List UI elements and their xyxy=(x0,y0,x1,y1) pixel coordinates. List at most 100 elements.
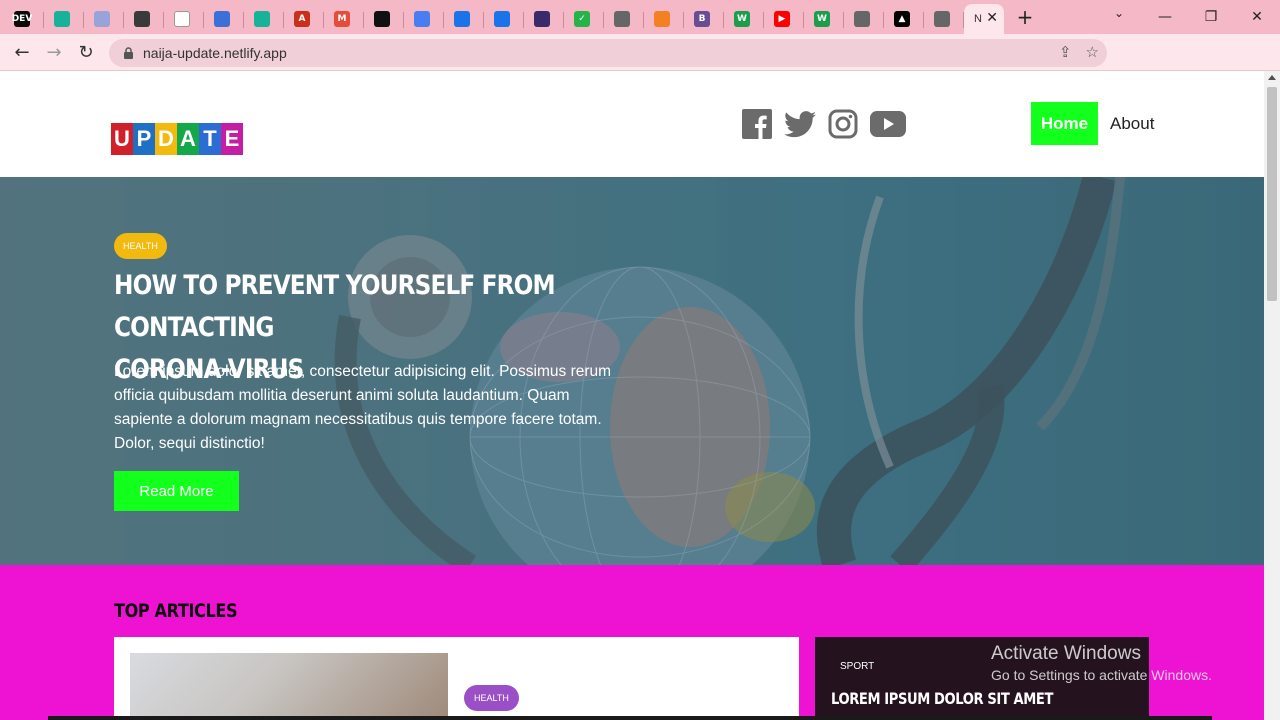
w-icon: W xyxy=(734,11,750,27)
nav-about-link[interactable]: About xyxy=(1110,102,1154,145)
triangle-icon: ▲ xyxy=(894,11,910,27)
tab-list: DEV A M ✓ B W ▶ W ▲ N ✕ + xyxy=(0,0,1040,34)
url-text[interactable]: naija-update.netlify.app xyxy=(143,45,287,61)
address-bar[interactable]: naija-update.netlify.app ⇪ ☆ xyxy=(109,39,1107,67)
close-tab-icon[interactable]: ✕ xyxy=(986,10,998,26)
logo-letter: D xyxy=(155,123,177,155)
doc-icon xyxy=(174,11,190,27)
b-icon: B xyxy=(694,11,710,27)
youtube-icon[interactable] xyxy=(870,109,906,139)
browser-tab[interactable]: A xyxy=(284,5,324,33)
browser-tab[interactable]: ✓ xyxy=(564,5,604,33)
diamond-icon xyxy=(54,11,70,27)
window-controls: — ❐ ✕ xyxy=(1142,0,1280,34)
camera-icon xyxy=(134,11,150,27)
watermark-subtitle: Go to Settings to activate Windows. xyxy=(991,667,1212,683)
taskbar-edge xyxy=(48,716,1212,720)
lock-icon[interactable] xyxy=(121,46,135,60)
watermark-title: Activate Windows xyxy=(991,643,1141,664)
windows-activation-watermark: Activate Windows Go to Settings to activ… xyxy=(991,643,1212,683)
close-window-icon[interactable]: ✕ xyxy=(1234,9,1280,25)
globe-icon xyxy=(854,11,870,27)
browser-tab[interactable] xyxy=(404,5,444,33)
diamond-icon xyxy=(254,11,270,27)
hero-description: Lorem ipsum dolor sit amet, consectetur … xyxy=(114,363,612,452)
article-image[interactable] xyxy=(130,653,448,720)
scroll-up-arrow-icon[interactable] xyxy=(1268,75,1276,80)
youtube-icon: ▶ xyxy=(774,11,790,27)
browser-tab[interactable] xyxy=(164,5,204,33)
restore-icon[interactable]: ❐ xyxy=(1188,9,1234,25)
globe-icon xyxy=(614,11,630,27)
reload-icon[interactable]: ↻ xyxy=(70,36,102,68)
forward-icon[interactable]: → xyxy=(38,36,70,68)
page-scrollbar[interactable] xyxy=(1264,71,1280,720)
nav-home-link[interactable]: Home xyxy=(1031,102,1098,145)
browser-tab[interactable] xyxy=(84,5,124,33)
article-category-badge[interactable]: HEALTH xyxy=(464,685,519,711)
section-title: TOP ARTICLES xyxy=(114,600,238,622)
hero-category-badge[interactable]: HEALTH xyxy=(114,233,167,259)
browser-toolbar: ← → ↻ naija-update.netlify.app ⇪ ☆ ▦ ▼ ✚… xyxy=(0,34,1280,97)
browser-tab[interactable]: ▲ xyxy=(884,5,924,33)
logo-letter: U xyxy=(111,123,133,155)
browser-tab[interactable] xyxy=(644,5,684,33)
browser-tab[interactable] xyxy=(484,5,524,33)
active-tab-title: N xyxy=(974,13,982,25)
browser-tab[interactable]: W xyxy=(804,5,844,33)
logo-letter: E xyxy=(221,123,243,155)
side-card-title[interactable]: LOREM IPSUM DOLOR SIT AMET xyxy=(831,689,1053,708)
new-tab-button[interactable]: + xyxy=(1010,3,1040,31)
browser-tab[interactable] xyxy=(924,5,964,33)
browser-tab[interactable]: ▶ xyxy=(764,5,804,33)
site-header: UPDATE Home About xyxy=(0,71,1264,177)
side-card-category: SPORT xyxy=(840,661,875,672)
browser-tab[interactable] xyxy=(524,5,564,33)
blue-dot-icon xyxy=(494,11,510,27)
clouds-icon xyxy=(94,11,110,27)
browser-tab-strip: DEV A M ✓ B W ▶ W ▲ N ✕ + xyxy=(0,0,1280,34)
web-page: UPDATE Home About HEALTH HOW TO PREVENT … xyxy=(0,71,1264,720)
article-card-main[interactable]: HEALTH xyxy=(114,637,799,720)
browser-tab[interactable]: DEV xyxy=(4,5,44,33)
browser-tab[interactable] xyxy=(124,5,164,33)
social-links xyxy=(742,109,906,139)
gmail-icon: M xyxy=(334,11,350,27)
site-logo[interactable]: UPDATE xyxy=(111,123,243,155)
browser-tab[interactable] xyxy=(364,5,404,33)
browser-tab[interactable] xyxy=(444,5,484,33)
logo-letter: A xyxy=(177,123,199,155)
logo-letter: T xyxy=(199,123,221,155)
play-icon xyxy=(414,11,430,27)
browser-tab[interactable]: W xyxy=(724,5,764,33)
stack-icon xyxy=(654,11,670,27)
twitter-icon[interactable] xyxy=(784,109,816,139)
hero-section: HEALTH HOW TO PREVENT YOURSELF FROM CONT… xyxy=(0,177,1264,565)
hero-title-line-1: HOW TO PREVENT YOURSELF FROM CONTACTING xyxy=(114,270,556,343)
read-more-button[interactable]: Read More xyxy=(114,471,239,511)
logo-letter: P xyxy=(133,123,155,155)
a-icon: A xyxy=(294,11,310,27)
check-icon: ✓ xyxy=(574,11,590,27)
active-browser-tab[interactable]: N ✕ xyxy=(964,4,1004,34)
scrollbar-thumb[interactable] xyxy=(1267,87,1277,301)
coloris-icon xyxy=(534,11,550,27)
globe-icon xyxy=(934,11,950,27)
instagram-icon[interactable] xyxy=(828,109,858,139)
browser-tab[interactable] xyxy=(244,5,284,33)
browser-tab[interactable]: M xyxy=(324,5,364,33)
back-icon[interactable]: ← xyxy=(6,36,38,68)
bookmark-star-icon[interactable]: ☆ xyxy=(1086,43,1099,61)
browser-tab[interactable]: B xyxy=(684,5,724,33)
browser-tab[interactable] xyxy=(44,5,84,33)
minimize-icon[interactable]: — xyxy=(1142,9,1188,25)
browser-tab[interactable] xyxy=(204,5,244,33)
browser-tab[interactable] xyxy=(604,5,644,33)
flag-icon xyxy=(214,11,230,27)
blue-dot-icon xyxy=(454,11,470,27)
browser-tab[interactable] xyxy=(844,5,884,33)
share-icon[interactable]: ⇪ xyxy=(1059,43,1072,61)
tab-search-chevron-icon[interactable]: ⌄ xyxy=(1105,6,1133,28)
facebook-icon[interactable] xyxy=(742,109,772,139)
w-icon: W xyxy=(814,11,830,27)
